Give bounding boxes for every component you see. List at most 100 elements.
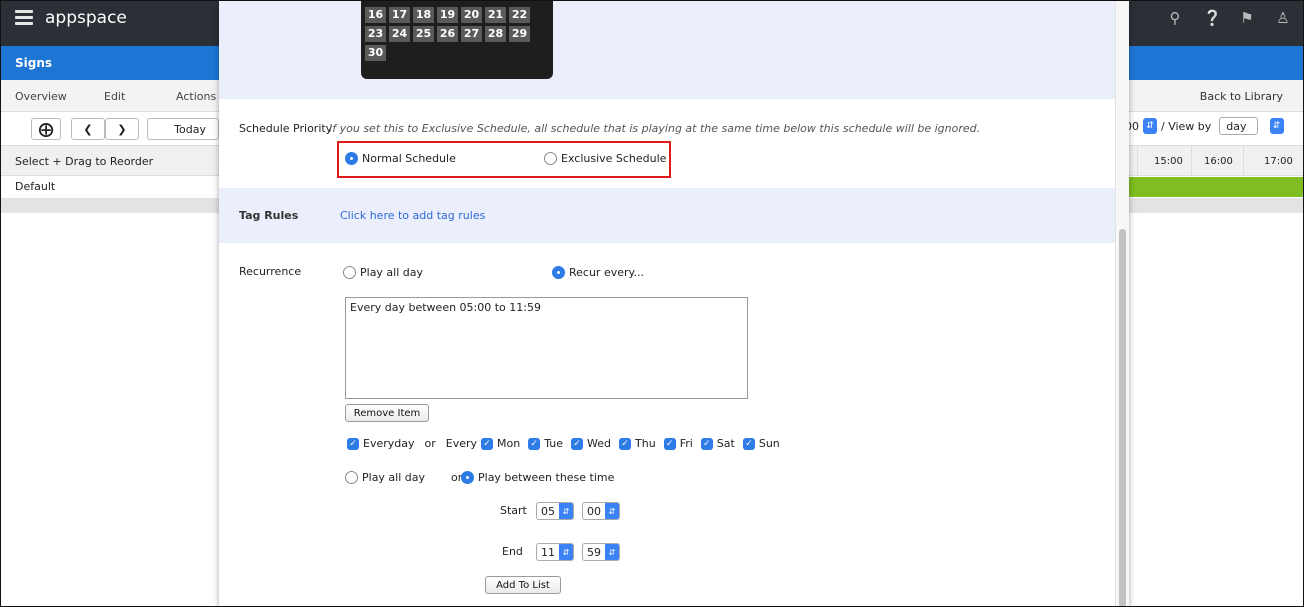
play-all-day-time-radio[interactable]: Play all day [345, 471, 425, 484]
calendar-day[interactable]: 28 [485, 26, 506, 42]
end-label: End [502, 545, 523, 558]
calendar-day[interactable]: 23 [365, 26, 386, 42]
user-icon[interactable]: ♙ [1275, 9, 1291, 27]
remove-item-button[interactable]: Remove Item [345, 404, 429, 422]
calendar-day[interactable]: 22 [509, 7, 530, 23]
calendar-day[interactable]: 27 [461, 26, 482, 42]
time-stepper-icon[interactable]: ⇵ [1143, 118, 1157, 134]
play-between-radio[interactable]: Play between these time [461, 471, 614, 484]
select-arrows-icon: ⇵ [605, 503, 619, 519]
calendar-day[interactable]: 24 [389, 26, 410, 42]
schedule-priority-label: Schedule Priority [239, 122, 333, 135]
radio-unselected-icon [544, 152, 557, 165]
radio-selected-icon [552, 266, 565, 279]
end-minute-value: 59 [587, 545, 601, 559]
calendar-day[interactable]: 16 [365, 7, 386, 23]
exclusive-schedule-radio[interactable]: Exclusive Schedule [544, 152, 666, 165]
view-by-label: / View by [1161, 119, 1212, 133]
schedule-priority-note: If you set this to Exclusive Schedule, a… [329, 122, 981, 135]
radio-selected-icon [345, 152, 358, 165]
nav-edit[interactable]: Edit [104, 90, 125, 103]
sun-checkbox[interactable]: ✓ [742, 437, 755, 450]
calendar-day[interactable]: 18 [413, 7, 434, 23]
start-hour-select[interactable]: 05 ⇵ [536, 502, 574, 520]
end-minute-select[interactable]: 59 ⇵ [582, 543, 620, 561]
every-label: Every [445, 437, 478, 450]
end-hour-select[interactable]: 11 ⇵ [536, 543, 574, 561]
view-by-stepper-icon[interactable]: ⇵ [1269, 118, 1284, 134]
calendar-day[interactable]: 25 [413, 26, 434, 42]
brand-logo: appspace [45, 8, 127, 28]
calendar-day[interactable]: 26 [437, 26, 458, 42]
calendar-week: 30 [365, 45, 549, 61]
help-icon[interactable]: ❔ [1203, 9, 1222, 27]
search-icon[interactable]: ⚲ [1167, 9, 1183, 27]
everyday-checkbox[interactable]: ✓ [347, 437, 359, 450]
select-arrows-icon: ⇵ [559, 544, 573, 560]
time-divider [1137, 146, 1138, 176]
calendar-day[interactable]: 20 [461, 7, 482, 23]
calendar-day[interactable]: 21 [485, 7, 506, 23]
recurrence-list-item[interactable]: Every day between 05:00 to 11:59 [350, 301, 743, 314]
thu-checkbox[interactable]: ✓ [619, 437, 632, 450]
calendar-day[interactable]: 30 [365, 45, 386, 61]
radio-unselected-icon [345, 471, 358, 484]
time-label: 15:00 [1154, 156, 1183, 167]
play-all-day-time-label: Play all day [362, 471, 426, 484]
time-label: 17:00 [1264, 156, 1293, 167]
tag-rules-section: Tag Rules Click here to add tag rules [219, 188, 1115, 243]
app-window: appspace ⚲ ❔ ⚑ ♙ Signs Overview Edit Act… [0, 0, 1304, 607]
nav-overview[interactable]: Overview [15, 90, 67, 103]
play-all-day-radio[interactable]: Play all day [343, 266, 423, 279]
schedule-dialog: 16 17 18 19 20 21 22 23 24 25 26 27 28 2… [219, 1, 1129, 606]
mon-label: Mon [497, 437, 521, 450]
dialog-scrollbar[interactable] [1115, 1, 1129, 606]
play-between-label: Play between these time [478, 471, 615, 484]
recur-every-radio[interactable]: Recur every... [552, 266, 644, 279]
fri-checkbox[interactable]: ✓ [663, 437, 676, 450]
sat-checkbox[interactable]: ✓ [700, 437, 713, 450]
wed-label: Wed [587, 437, 612, 450]
calendar-popup: 16 17 18 19 20 21 22 23 24 25 26 27 28 2… [361, 1, 553, 79]
calendar-week: 16 17 18 19 20 21 22 [365, 7, 549, 23]
tue-checkbox[interactable]: ✓ [528, 437, 541, 450]
next-icon[interactable]: ❯ [105, 118, 139, 140]
flag-icon[interactable]: ⚑ [1239, 9, 1255, 27]
menu-icon[interactable] [15, 10, 33, 25]
play-all-day-label: Play all day [360, 266, 424, 279]
end-hour-value: 11 [541, 545, 555, 559]
date-section: 16 17 18 19 20 21 22 23 24 25 26 27 28 2… [219, 1, 1115, 99]
top-icons: ⚲ ❔ ⚑ ♙ [1167, 9, 1291, 27]
sun-label: Sun [758, 437, 780, 450]
nav-actions[interactable]: Actions [176, 90, 216, 103]
start-minute-select[interactable]: 00 ⇵ [582, 502, 620, 520]
time-divider [1191, 146, 1192, 176]
start-minute-value: 00 [587, 504, 601, 518]
calendar-day[interactable]: 17 [389, 7, 410, 23]
normal-schedule-radio[interactable]: Normal Schedule [345, 152, 456, 165]
scrollbar-thumb[interactable] [1119, 229, 1126, 606]
today-button[interactable]: Today [147, 118, 219, 140]
everyday-label: Everyday [363, 437, 415, 450]
normal-schedule-label: Normal Schedule [362, 152, 456, 165]
add-tag-rules-link[interactable]: Click here to add tag rules [340, 209, 485, 222]
section-title: Signs [15, 56, 53, 70]
back-to-library-link[interactable]: Back to Library [1200, 90, 1283, 103]
thu-label: Thu [635, 437, 656, 450]
schedule-timeline-bar[interactable] [1121, 177, 1303, 197]
add-icon[interactable]: ⨁ [31, 118, 61, 140]
wed-checkbox[interactable]: ✓ [571, 437, 584, 450]
add-to-list-button[interactable]: Add To List [485, 576, 561, 594]
start-hour-value: 05 [541, 504, 555, 518]
calendar-day[interactable]: 29 [509, 26, 530, 42]
start-label: Start [500, 504, 527, 517]
view-by-select[interactable]: day [1219, 117, 1258, 135]
calendar-day[interactable]: 19 [437, 7, 458, 23]
recurrence-list[interactable]: Every day between 05:00 to 11:59 [345, 297, 748, 399]
fri-label: Fri [679, 437, 693, 450]
reorder-label: Select + Drag to Reorder [15, 155, 154, 168]
mon-checkbox[interactable]: ✓ [481, 437, 494, 450]
time-label: 16:00 [1204, 156, 1233, 167]
prev-icon[interactable]: ❮ [71, 118, 105, 140]
sat-label: Sat [716, 437, 735, 450]
